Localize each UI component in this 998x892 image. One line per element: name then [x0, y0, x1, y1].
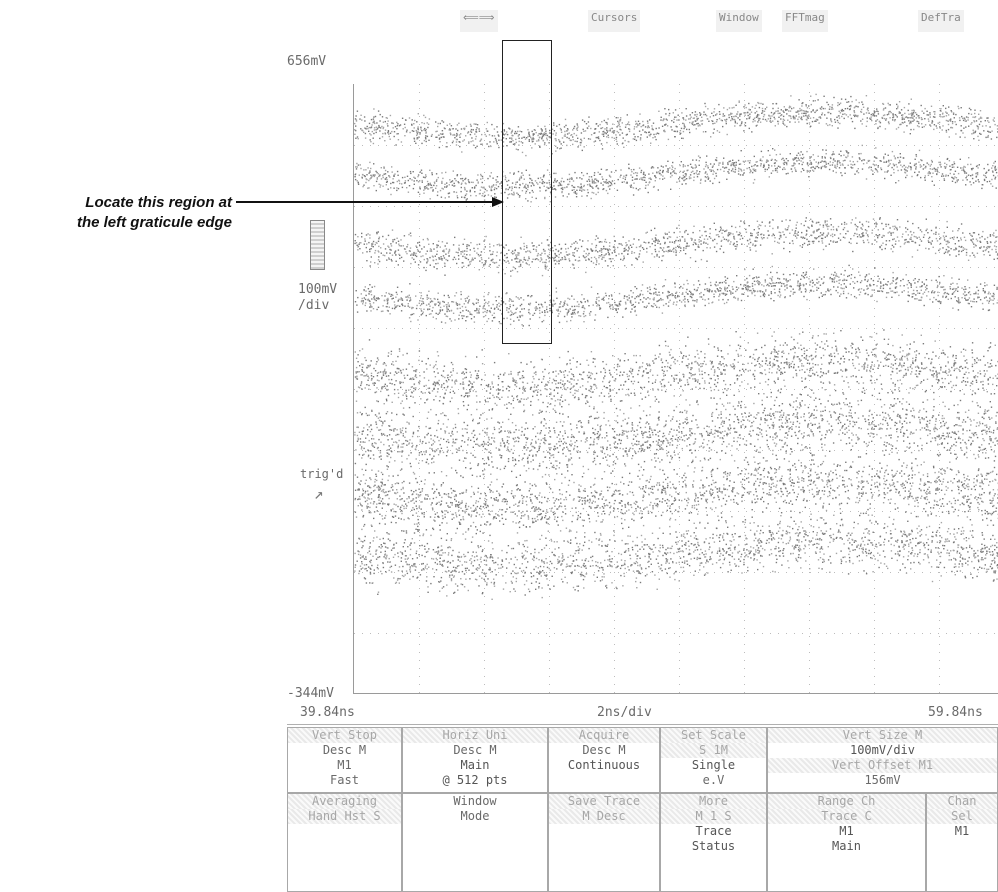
softkey-window-mode-line1: Window: [453, 794, 497, 808]
eye-diagram-waveform: [354, 84, 998, 693]
softkey-acquire-line3: Continuous: [567, 758, 641, 772]
softkey-horiz-line1: Horiz Uni: [403, 728, 547, 743]
softkey-range-line4: Main: [832, 839, 861, 853]
softkey-acquire[interactable]: Acquire Desc M Continuous: [548, 727, 660, 793]
softkey-scale-line3: Single: [691, 758, 736, 772]
callout-text: Locate this region at the left graticule…: [0, 193, 232, 233]
menu-item-cursors[interactable]: Cursors: [588, 10, 641, 32]
softkey-vert-size[interactable]: Vert Size M 100mV/div Vert Offset M1 156…: [767, 727, 998, 793]
trigger-label: trig'd: [300, 467, 344, 481]
top-voltage-label: 656mV: [287, 54, 327, 69]
softkey-chan-sel[interactable]: Chan Sel M1: [926, 793, 998, 892]
softkey-panel: Vert Stop Desc M M1 Fast Horiz Uni Desc …: [287, 727, 998, 892]
softkey-horiz-line3: Main: [460, 758, 490, 772]
softkey-vert-line2: Desc M: [322, 743, 367, 757]
trigger-arrow-icon: ↗: [314, 484, 324, 503]
channel-marker-icon: [310, 220, 325, 270]
softkey-trace-status-line2: M 1 S: [661, 809, 766, 824]
time-right-label: 59.84ns: [928, 705, 983, 720]
softkey-range-line2: Trace C: [768, 809, 925, 824]
waveform-graticule[interactable]: [353, 40, 998, 694]
softkey-acquire-line1: Acquire: [549, 728, 659, 743]
menu-item-window[interactable]: Window: [716, 10, 762, 32]
volts-per-div-unit: /div: [298, 298, 330, 313]
highlight-region-box: [502, 40, 552, 344]
softkey-scale-line1: Set Scale: [661, 728, 766, 743]
softkey-scale-line4: e.V: [702, 773, 725, 787]
softkey-range[interactable]: Range Ch Trace C M1 Main: [767, 793, 926, 892]
softkey-trace-status-line1: More: [661, 794, 766, 809]
softkey-horiz[interactable]: Horiz Uni Desc M Main @ 512 pts: [402, 727, 548, 793]
softkey-save-trace-line2: M Desc: [549, 809, 659, 824]
softkey-averaging-line2: Hand Hst S: [288, 809, 401, 824]
softkey-horiz-line2: Desc M: [453, 743, 497, 757]
softkey-window-mode[interactable]: Window Mode: [402, 793, 548, 892]
softkey-vert-line4: Fast: [330, 773, 359, 787]
softkey-range-line3: M1: [839, 824, 854, 838]
softkey-vert-size-line3: Vert Offset M1: [768, 758, 997, 773]
softkey-scale-line2: S 1M: [661, 743, 766, 758]
callout-line-1: Locate this region at: [85, 194, 232, 211]
menu-item-fftmag[interactable]: FFTmag: [782, 10, 828, 32]
menu-item-arrows[interactable]: ⟸⟹: [460, 10, 498, 32]
softkey-save-trace-line1: Save Trace: [549, 794, 659, 809]
callout-arrow-icon: [236, 197, 504, 207]
readout-divider: [287, 724, 998, 725]
softkey-averaging-line1: Averaging: [288, 794, 401, 809]
softkey-trace-status-line3: Trace: [695, 824, 732, 838]
softkey-acquire-line2: Desc M: [582, 743, 626, 757]
waveform-noise: [354, 93, 998, 600]
softkey-trace-status-line4: Status: [691, 839, 736, 853]
softkey-trace-status[interactable]: More M 1 S Trace Status: [660, 793, 767, 892]
softkey-chan-sel-line1: Chan: [927, 794, 997, 809]
softkey-vert-size-line4: 156mV: [864, 773, 901, 787]
softkey-window-mode-line2: Mode: [460, 809, 490, 823]
softkey-chan-sel-line3: M1: [954, 824, 970, 838]
softkey-vert-line3: M1: [337, 758, 352, 772]
time-left-label: 39.84ns: [300, 705, 355, 720]
softkey-vert-size-line1: Vert Size M: [768, 728, 997, 743]
softkey-averaging[interactable]: Averaging Hand Hst S: [287, 793, 402, 892]
time-per-div-label: 2ns/div: [597, 705, 652, 720]
softkey-horiz-line4: @ 512 pts: [442, 773, 508, 787]
volts-per-div-label: 100mV /div: [298, 282, 337, 314]
softkey-scale[interactable]: Set Scale S 1M Single e.V: [660, 727, 767, 793]
softkey-chan-sel-line2: Sel: [927, 809, 997, 824]
softkey-vert-line1: Vert Stop: [288, 728, 401, 743]
bottom-voltage-label: -344mV: [287, 686, 334, 701]
softkey-range-line1: Range Ch: [768, 794, 925, 809]
softkey-vert-size-line2: 100mV/div: [849, 743, 916, 757]
softkey-vert[interactable]: Vert Stop Desc M M1 Fast: [287, 727, 402, 793]
volts-per-div-value: 100mV: [298, 282, 338, 297]
menu-item-deftra[interactable]: DefTra: [918, 10, 964, 32]
softkey-save-trace[interactable]: Save Trace M Desc: [548, 793, 660, 892]
callout-line-2: the left graticule edge: [76, 214, 232, 231]
